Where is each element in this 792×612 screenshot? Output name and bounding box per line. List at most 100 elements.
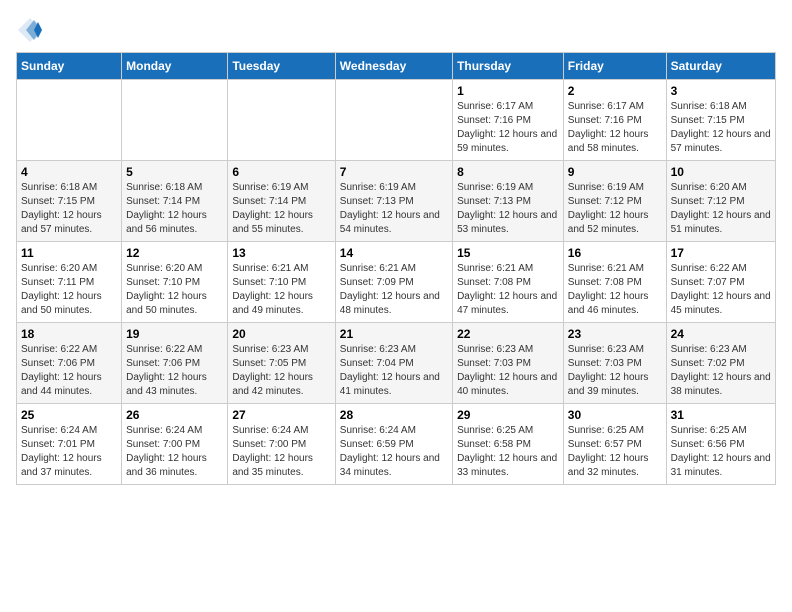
day-number: 21 (340, 327, 448, 341)
day-cell (17, 80, 122, 161)
day-info: Sunrise: 6:19 AMSunset: 7:13 PMDaylight:… (457, 181, 559, 237)
day-info: Sunrise: 6:24 AMSunset: 7:01 PMDaylight:… (21, 424, 117, 480)
day-number: 20 (232, 327, 330, 341)
day-number: 16 (568, 246, 662, 260)
day-number: 2 (568, 84, 662, 98)
day-number: 26 (126, 408, 223, 422)
day-cell: 28Sunrise: 6:24 AMSunset: 6:59 PMDayligh… (335, 404, 452, 485)
day-cell: 24 Sunrise: 6:23 AMSunset: 7:02 PMDayligh… (666, 323, 775, 404)
day-number: 1 (457, 84, 559, 98)
header-monday: Monday (122, 53, 228, 80)
day-cell: 9 Sunrise: 6:19 AMSunset: 7:12 PMDaylight… (563, 161, 666, 242)
day-cell: 14Sunrise: 6:21 AMSunset: 7:09 PMDayligh… (335, 242, 452, 323)
day-info: Sunrise: 6:20 AMSunset: 7:10 PMDaylight:… (126, 262, 223, 318)
day-cell: 22 Sunrise: 6:23 AMSunset: 7:03 PMDayligh… (453, 323, 564, 404)
day-number: 14 (340, 246, 448, 260)
day-cell: 26 Sunrise: 6:24 AMSunset: 7:00 PMDayligh… (122, 404, 228, 485)
day-info: Sunrise: 6:21 AMSunset: 7:10 PMDaylight:… (232, 262, 330, 318)
day-info: Sunrise: 6:19 AMSunset: 7:13 PMDaylight:… (340, 181, 448, 237)
day-info: Sunrise: 6:25 AMSunset: 6:57 PMDaylight:… (568, 424, 662, 480)
day-number: 19 (126, 327, 223, 341)
day-info: Sunrise: 6:22 AMSunset: 7:06 PMDaylight:… (21, 343, 117, 399)
day-cell: 12 Sunrise: 6:20 AMSunset: 7:10 PMDayligh… (122, 242, 228, 323)
day-cell: 23 Sunrise: 6:23 AMSunset: 7:03 PMDayligh… (563, 323, 666, 404)
day-info: Sunrise: 6:22 AMSunset: 7:07 PMDaylight:… (671, 262, 771, 318)
header-saturday: Saturday (666, 53, 775, 80)
day-number: 8 (457, 165, 559, 179)
header-sunday: Sunday (17, 53, 122, 80)
day-info: Sunrise: 6:19 AMSunset: 7:12 PMDaylight:… (568, 181, 662, 237)
day-info: Sunrise: 6:20 AMSunset: 7:11 PMDaylight:… (21, 262, 117, 318)
day-cell: 6 Sunrise: 6:19 AMSunset: 7:14 PMDaylight… (228, 161, 335, 242)
day-info: Sunrise: 6:22 AMSunset: 7:06 PMDaylight:… (126, 343, 223, 399)
day-number: 27 (232, 408, 330, 422)
day-info: Sunrise: 6:21 AMSunset: 7:08 PMDaylight:… (457, 262, 559, 318)
day-info: Sunrise: 6:18 AMSunset: 7:14 PMDaylight:… (126, 181, 223, 237)
day-number: 10 (671, 165, 771, 179)
day-number: 30 (568, 408, 662, 422)
day-cell: 18 Sunrise: 6:22 AMSunset: 7:06 PMDayligh… (17, 323, 122, 404)
day-number: 9 (568, 165, 662, 179)
day-number: 13 (232, 246, 330, 260)
day-info: Sunrise: 6:18 AMSunset: 7:15 PMDaylight:… (21, 181, 117, 237)
day-cell: 16 Sunrise: 6:21 AMSunset: 7:08 PMDayligh… (563, 242, 666, 323)
day-info: Sunrise: 6:23 AMSunset: 7:03 PMDaylight:… (568, 343, 662, 399)
day-cell: 5 Sunrise: 6:18 AMSunset: 7:14 PMDaylight… (122, 161, 228, 242)
day-number: 31 (671, 408, 771, 422)
day-cell: 17Sunrise: 6:22 AMSunset: 7:07 PMDayligh… (666, 242, 775, 323)
calendar-table: SundayMondayTuesdayWednesdayThursdayFrid… (16, 52, 776, 485)
logo (16, 16, 48, 44)
week-row-4: 18 Sunrise: 6:22 AMSunset: 7:06 PMDayligh… (17, 323, 776, 404)
day-info: Sunrise: 6:21 AMSunset: 7:08 PMDaylight:… (568, 262, 662, 318)
day-info: Sunrise: 6:24 AMSunset: 6:59 PMDaylight:… (340, 424, 448, 480)
day-cell: 13 Sunrise: 6:21 AMSunset: 7:10 PMDayligh… (228, 242, 335, 323)
day-info: Sunrise: 6:20 AMSunset: 7:12 PMDaylight:… (671, 181, 771, 237)
day-info: Sunrise: 6:24 AMSunset: 7:00 PMDaylight:… (126, 424, 223, 480)
day-info: Sunrise: 6:19 AMSunset: 7:14 PMDaylight:… (232, 181, 330, 237)
day-cell: 19 Sunrise: 6:22 AMSunset: 7:06 PMDayligh… (122, 323, 228, 404)
header-row: SundayMondayTuesdayWednesdayThursdayFrid… (17, 53, 776, 80)
week-row-1: 1 Sunrise: 6:17 AMSunset: 7:16 PMDaylight… (17, 80, 776, 161)
day-info: Sunrise: 6:23 AMSunset: 7:02 PMDaylight:… (671, 343, 771, 399)
day-cell: 11 Sunrise: 6:20 AMSunset: 7:11 PMDayligh… (17, 242, 122, 323)
day-cell: 2 Sunrise: 6:17 AMSunset: 7:16 PMDaylight… (563, 80, 666, 161)
day-cell: 27 Sunrise: 6:24 AMSunset: 7:00 PMDayligh… (228, 404, 335, 485)
day-cell: 21 Sunrise: 6:23 AMSunset: 7:04 PMDayligh… (335, 323, 452, 404)
day-info: Sunrise: 6:23 AMSunset: 7:04 PMDaylight:… (340, 343, 448, 399)
day-number: 24 (671, 327, 771, 341)
day-number: 29 (457, 408, 559, 422)
day-info: Sunrise: 6:18 AMSunset: 7:15 PMDaylight:… (671, 100, 771, 156)
day-number: 22 (457, 327, 559, 341)
header-thursday: Thursday (453, 53, 564, 80)
day-info: Sunrise: 6:25 AMSunset: 6:56 PMDaylight:… (671, 424, 771, 480)
logo-icon (16, 16, 44, 44)
day-number: 6 (232, 165, 330, 179)
day-cell: 25Sunrise: 6:24 AMSunset: 7:01 PMDayligh… (17, 404, 122, 485)
day-cell (228, 80, 335, 161)
day-number: 3 (671, 84, 771, 98)
day-number: 4 (21, 165, 117, 179)
header-tuesday: Tuesday (228, 53, 335, 80)
page-header (16, 16, 776, 44)
day-cell: 30 Sunrise: 6:25 AMSunset: 6:57 PMDayligh… (563, 404, 666, 485)
day-number: 5 (126, 165, 223, 179)
day-cell: 8 Sunrise: 6:19 AMSunset: 7:13 PMDaylight… (453, 161, 564, 242)
day-cell: 4 Sunrise: 6:18 AMSunset: 7:15 PMDaylight… (17, 161, 122, 242)
day-number: 12 (126, 246, 223, 260)
day-number: 7 (340, 165, 448, 179)
day-info: Sunrise: 6:23 AMSunset: 7:03 PMDaylight:… (457, 343, 559, 399)
day-cell (335, 80, 452, 161)
header-wednesday: Wednesday (335, 53, 452, 80)
day-cell (122, 80, 228, 161)
day-info: Sunrise: 6:25 AMSunset: 6:58 PMDaylight:… (457, 424, 559, 480)
day-number: 23 (568, 327, 662, 341)
day-number: 11 (21, 246, 117, 260)
day-number: 18 (21, 327, 117, 341)
day-info: Sunrise: 6:17 AMSunset: 7:16 PMDaylight:… (457, 100, 559, 156)
day-info: Sunrise: 6:17 AMSunset: 7:16 PMDaylight:… (568, 100, 662, 156)
day-cell: 31 Sunrise: 6:25 AMSunset: 6:56 PMDayligh… (666, 404, 775, 485)
day-info: Sunrise: 6:23 AMSunset: 7:05 PMDaylight:… (232, 343, 330, 399)
day-cell: 29 Sunrise: 6:25 AMSunset: 6:58 PMDayligh… (453, 404, 564, 485)
week-row-5: 25Sunrise: 6:24 AMSunset: 7:01 PMDayligh… (17, 404, 776, 485)
day-info: Sunrise: 6:24 AMSunset: 7:00 PMDaylight:… (232, 424, 330, 480)
